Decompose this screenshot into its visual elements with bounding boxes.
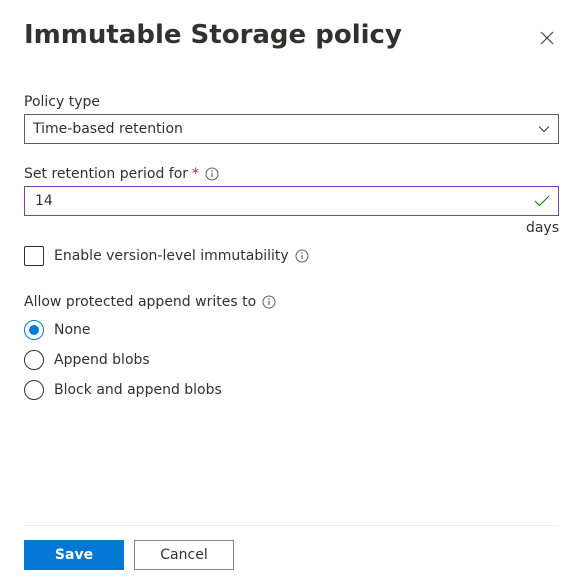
policy-type-select[interactable]: Time-based retention [24,114,559,144]
panel-footer: Save Cancel [24,525,559,586]
info-icon[interactable] [295,249,309,263]
info-icon[interactable] [205,167,219,181]
retention-label: Set retention period for * [24,166,559,182]
retention-input-wrap [24,186,559,216]
version-level-label: Enable version-level immutability [54,248,309,264]
radio-input[interactable] [24,320,44,340]
append-writes-label-text: Allow protected append writes to [24,294,256,310]
checkmark-icon [534,195,550,207]
policy-type-field: Policy type Time-based retention [24,94,559,144]
retention-field: Set retention period for * days [24,166,559,236]
cancel-button[interactable]: Cancel [134,540,234,570]
panel-header: Immutable Storage policy [24,20,559,50]
radio-input[interactable] [24,380,44,400]
info-icon[interactable] [262,295,276,309]
retention-input[interactable] [33,192,534,210]
version-level-row: Enable version-level immutability [24,246,559,266]
version-level-label-text: Enable version-level immutability [54,248,289,264]
append-writes-label: Allow protected append writes to [24,294,559,310]
chevron-down-icon [538,125,550,133]
append-writes-section: Allow protected append writes to None Ap… [24,294,559,410]
required-asterisk: * [192,166,199,182]
panel-title: Immutable Storage policy [24,20,402,50]
immutable-storage-panel: Immutable Storage policy Policy type Tim… [0,0,583,586]
version-level-checkbox[interactable] [24,246,44,266]
retention-label-text: Set retention period for [24,166,188,182]
radio-option-none[interactable]: None [24,320,559,340]
policy-type-label: Policy type [24,94,559,110]
close-button[interactable] [535,26,559,50]
radio-label: Append blobs [54,352,150,368]
save-button[interactable]: Save [24,540,124,570]
close-icon [540,31,554,45]
radio-label: Block and append blobs [54,382,222,398]
radio-input[interactable] [24,350,44,370]
radio-option-append[interactable]: Append blobs [24,350,559,370]
policy-type-value: Time-based retention [33,121,183,137]
retention-unit: days [24,220,559,236]
radio-option-block-append[interactable]: Block and append blobs [24,380,559,400]
radio-label: None [54,322,91,338]
